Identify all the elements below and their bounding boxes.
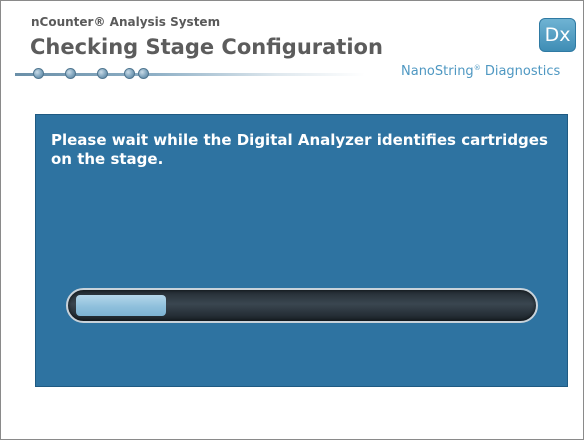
- step-dot: [138, 68, 149, 79]
- step-dot: [33, 68, 44, 79]
- status-message: Please wait while the Digital Analyzer i…: [51, 131, 548, 168]
- step-dot: [97, 68, 108, 79]
- registered-mark: ®: [473, 64, 481, 72]
- brand-suffix: Diagnostics: [480, 64, 561, 79]
- step-dot: [65, 68, 76, 79]
- app-subtitle: nCounter® Analysis System: [31, 15, 221, 29]
- brand-name: NanoString: [401, 64, 474, 79]
- progress-bar-fill: [76, 295, 166, 316]
- progress-bar: [66, 288, 538, 323]
- page-title: Checking Stage Configuration: [30, 35, 383, 59]
- step-dot: [124, 68, 135, 79]
- dx-logo-badge: Dx: [539, 18, 576, 52]
- brand-logo: NanoString® Diagnostics: [401, 64, 584, 79]
